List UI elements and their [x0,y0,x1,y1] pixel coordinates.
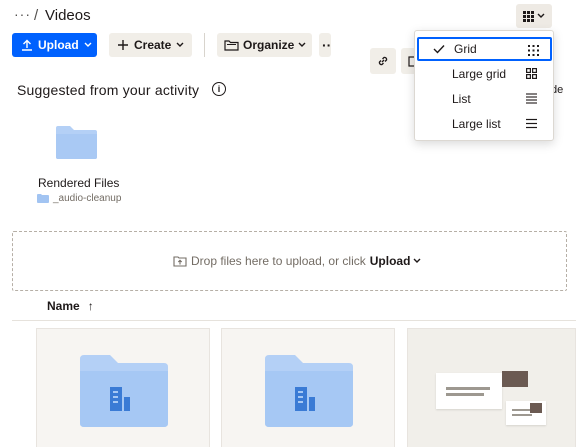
breadcrumb-ellipsis[interactable]: ··· [14,6,31,22]
section-heading: Suggested from your activity [17,82,200,98]
thumbnail-photo [530,403,542,413]
more-actions-button[interactable]: ·· [319,33,331,57]
large-grid-icon [526,68,537,79]
dropzone-upload-link[interactable]: Upload [370,254,422,268]
menu-item-large-grid[interactable]: Large grid [417,62,552,86]
menu-item-label: Large grid [452,67,507,81]
dropzone-upload-label: Upload [369,254,411,268]
list-icon [526,93,537,104]
suggested-folder-path: _audio-cleanup [37,193,121,204]
grid-item[interactable] [36,328,210,447]
folder-upload-icon [173,256,187,267]
menu-item-label: Large list [452,117,501,131]
folder-icon[interactable] [56,126,97,159]
organize-button-label: Organize [243,38,295,52]
link-icon [378,56,388,66]
grid-item[interactable] [407,328,576,447]
header-divider [12,320,576,321]
chevron-down-icon [84,42,92,47]
grid-dots-icon [528,45,539,56]
upload-icon [22,39,32,51]
name-column-label: Name [47,299,80,313]
shared-folder-icon [265,355,353,427]
plus-icon [118,40,128,50]
shared-folder-icon [80,355,168,427]
menu-item-list[interactable]: List [417,87,552,111]
dropzone-message: Drop files here to upload, or click Uplo… [173,254,421,268]
chevron-down-icon [537,13,545,18]
create-button[interactable]: Create [109,33,192,57]
create-button-label: Create [134,38,172,52]
upload-button[interactable]: Upload [12,33,97,57]
info-icon[interactable]: i [212,82,226,96]
menu-item-grid[interactable]: Grid [417,37,552,61]
checkmark-icon [433,45,445,54]
menu-item-label: List [452,92,471,106]
large-list-icon [526,118,537,129]
small-folder-icon [37,194,49,203]
suggested-folder-path-text: _audio-cleanup [53,193,122,204]
sort-ascending-icon: ↑ [87,299,94,313]
copy-link-button[interactable] [370,48,396,74]
thumbnail-slide [436,373,502,409]
chevron-down-icon [413,258,421,263]
thumbnail-photo [502,371,528,387]
suggested-folder-name[interactable]: Rendered Files [38,176,119,190]
sort-by-name-header[interactable]: Name ↑ [47,299,94,313]
organize-button[interactable]: Organize [217,33,312,57]
folder-organize-icon [224,40,239,51]
upload-button-label: Upload [38,38,79,52]
breadcrumb-separator: / [34,7,39,24]
more-actions-label: ·· [322,37,332,53]
chevron-down-icon [298,42,306,47]
toolbar-divider [204,33,205,57]
view-mode-menu: Grid Large grid List Large list [414,30,554,141]
menu-item-large-list[interactable]: Large list [417,112,552,136]
grid-dots-icon [523,10,534,22]
chevron-down-icon [176,42,184,47]
grid-item[interactable] [221,328,395,447]
view-mode-button[interactable] [516,4,552,28]
menu-item-label: Grid [454,42,477,56]
page-title: Videos [45,7,91,24]
dropzone-text: Drop files here to upload, or click [191,254,366,268]
